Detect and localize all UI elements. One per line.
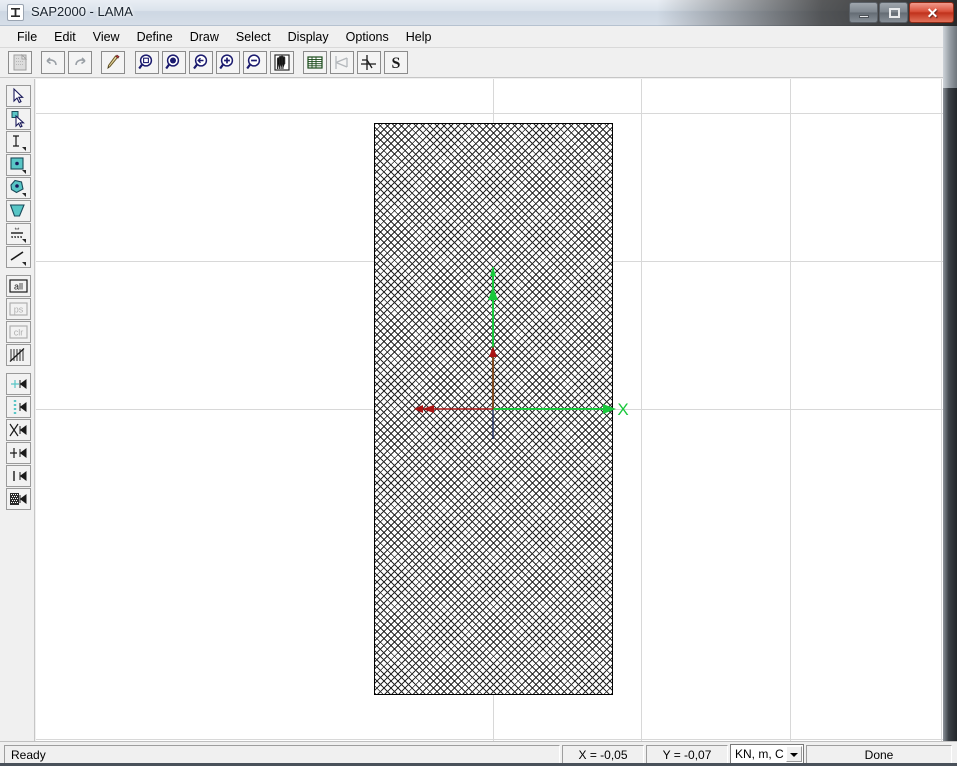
progress-status: Done (806, 745, 952, 764)
pencil-edit-button[interactable] (101, 51, 125, 74)
zoom-window-button[interactable] (135, 51, 159, 74)
vertical-scrollbar[interactable] (943, 26, 957, 741)
draw-poly-area-tool[interactable] (6, 177, 31, 199)
mirror-plane-tool[interactable] (6, 442, 31, 464)
svg-text:**: ** (15, 228, 20, 234)
redo-button[interactable] (68, 51, 92, 74)
menu-bar: File Edit View Define Draw Select Display Optio… (0, 26, 957, 48)
axes-plot-button[interactable] (357, 51, 381, 74)
close-button[interactable]: ✕ (909, 2, 954, 23)
title-bar: SAP2000 - LAMA ✕ (0, 0, 957, 26)
undo-button[interactable] (41, 51, 65, 74)
pointer-arrow-tool[interactable] (6, 85, 31, 107)
maximize-button[interactable] (879, 2, 908, 23)
restore-previous-selection-tool[interactable]: ps (6, 298, 31, 320)
main-toolbar: S (0, 48, 957, 78)
zoom-in-button[interactable] (216, 51, 240, 74)
mirror-point-tool[interactable] (6, 373, 31, 395)
scrollbar-thumb[interactable] (943, 26, 957, 88)
axis-y-red-arrowhead (489, 346, 497, 357)
draw-frame-tool[interactable] (6, 131, 31, 153)
status-message: Ready (4, 745, 560, 764)
units-dropdown[interactable]: KN, m, C (730, 744, 804, 764)
select-all-tool[interactable]: all (6, 275, 31, 297)
minimize-button[interactable] (849, 2, 878, 23)
svg-text:clr: clr (14, 328, 24, 338)
menu-display[interactable]: Display (280, 28, 338, 46)
mirror-area-tool[interactable] (6, 488, 31, 510)
ibeam-icon (7, 4, 24, 21)
y-coordinate-readout: Y = -0,07 (646, 745, 728, 764)
menu-file[interactable]: File (9, 28, 46, 46)
zoom-out-button[interactable] (243, 51, 267, 74)
axis-x-negative-arrowhead (422, 405, 434, 413)
menu-select[interactable]: Select (228, 28, 280, 46)
mirror-cross-tool[interactable] (6, 419, 31, 441)
axis-y-positive-arrowhead (488, 287, 498, 300)
svg-text:S: S (392, 55, 401, 72)
window-controls: ✕ (848, 2, 954, 23)
menu-define[interactable]: Define (129, 28, 182, 46)
svg-text:ps: ps (14, 305, 24, 315)
global-x-axis-label: X (617, 400, 628, 419)
maximize-icon (889, 8, 900, 18)
draw-rect-area-tool[interactable] (6, 200, 31, 222)
menu-options[interactable]: Options (338, 28, 398, 46)
draw-special-joint-tool[interactable]: ** (6, 223, 31, 245)
model-view-canvas[interactable]: X (36, 79, 943, 741)
zoom-previous-button[interactable] (189, 51, 213, 74)
section-s-button[interactable]: S (384, 51, 408, 74)
minimize-icon (859, 15, 869, 18)
new-file-button[interactable] (8, 51, 32, 74)
table-button[interactable] (303, 51, 327, 74)
units-value: KN, m, C (735, 747, 784, 761)
axis-x-negative-arrowhead-2 (414, 405, 423, 413)
mirror-line-tool[interactable] (6, 396, 31, 418)
hatch-off-tool[interactable] (6, 344, 31, 366)
axis-y-positive-arrowhead-tip (490, 267, 496, 276)
chevron-down-icon[interactable] (786, 746, 802, 762)
draw-line-tool[interactable] (6, 246, 31, 268)
x-coordinate-readout: X = -0,05 (562, 745, 644, 764)
menu-view[interactable]: View (85, 28, 129, 46)
draw-quad-area-tool[interactable] (6, 154, 31, 176)
clear-selection-tool[interactable]: clr (6, 321, 31, 343)
profile-arrow-button[interactable] (330, 51, 354, 74)
window-title: SAP2000 - LAMA (31, 4, 133, 19)
axis-x-positive-arrowhead (603, 404, 616, 414)
menu-draw[interactable]: Draw (182, 28, 228, 46)
menu-help[interactable]: Help (398, 28, 441, 46)
mirror-edge-tool[interactable] (6, 465, 31, 487)
zoom-full-button[interactable] (162, 51, 186, 74)
svg-text:all: all (14, 282, 23, 292)
draw-select-toolbar: ** all ps clr (0, 79, 35, 741)
pan-hand-button[interactable] (270, 51, 294, 74)
menu-edit[interactable]: Edit (46, 28, 85, 46)
sap2000-main-window: SAP2000 - LAMA ✕ File Edit View Define Draw S… (0, 0, 957, 766)
select-node-tool[interactable] (6, 108, 31, 130)
local-axes-group: X (414, 267, 629, 439)
close-icon: ✕ (926, 5, 939, 21)
